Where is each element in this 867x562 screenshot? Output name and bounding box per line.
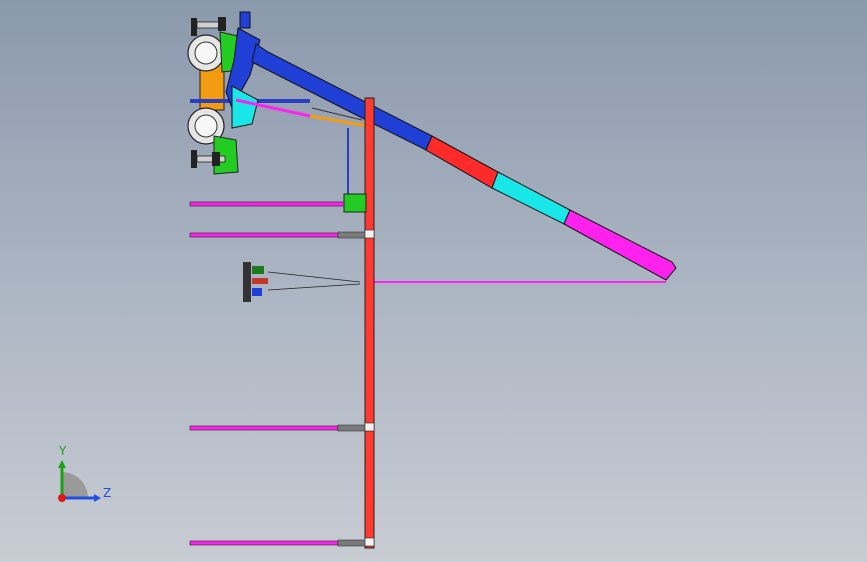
panel-part-2 [252, 278, 268, 284]
arm-2 [189, 232, 339, 238]
cad-model[interactable]: Y Z [0, 0, 867, 562]
crane-boom-section-3 [491, 171, 571, 225]
wire-1 [267, 271, 361, 283]
z-axis-arrow [94, 494, 101, 502]
y-axis-arrow [58, 460, 66, 468]
arm-3 [189, 425, 339, 431]
hydraulic-rod-orange [309, 114, 369, 128]
arm-4 [189, 540, 339, 546]
turret-cap [239, 11, 251, 29]
graphics-viewport[interactable]: Y Z [0, 0, 867, 562]
crane-boom-base [251, 43, 433, 151]
y-axis-label: Y [58, 444, 67, 458]
mast-clamp [343, 193, 367, 213]
origin-dot [58, 494, 66, 502]
wire-2 [267, 283, 361, 291]
crane-boom-section-2 [425, 135, 499, 189]
collar-3 [364, 422, 375, 432]
crane-boom [235, 43, 677, 283]
triad-quadrant [62, 472, 88, 498]
panel-part-1 [252, 266, 264, 274]
panel-part-3 [252, 288, 262, 296]
bolt-top-1 [191, 18, 197, 36]
light-panel [243, 262, 361, 302]
wheel-lower-hub [194, 114, 218, 138]
arm-1 [189, 201, 345, 207]
coordinate-triad: Y Z [58, 444, 111, 502]
bolt-bottom-1 [191, 150, 197, 168]
bolt-top-2 [218, 17, 226, 31]
vertical-mast [364, 97, 375, 549]
crane-boom-tip [563, 209, 677, 281]
turret-cylinder [231, 85, 259, 129]
crane-turret [225, 11, 261, 129]
horizontal-arms [189, 201, 375, 547]
joint-3 [337, 424, 369, 432]
axle-bottom [196, 155, 226, 163]
z-axis-label: Z [103, 486, 111, 500]
collar-2 [364, 229, 375, 239]
collar-4 [364, 537, 375, 547]
joint-2 [337, 231, 369, 239]
bolt-bottom-2 [212, 152, 220, 166]
wheel-upper-hub [194, 41, 218, 65]
panel-mount [243, 262, 251, 302]
joint-4 [337, 539, 369, 547]
